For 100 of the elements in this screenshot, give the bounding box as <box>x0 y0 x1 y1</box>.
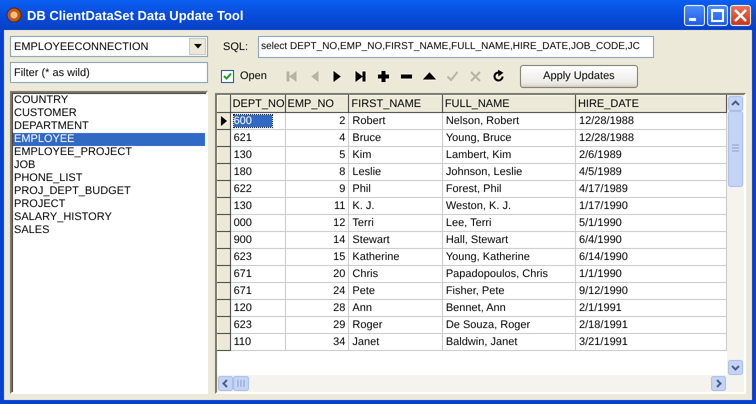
row-indicator[interactable] <box>218 282 230 300</box>
table-cell: 12/28/1988 <box>575 130 727 146</box>
minimize-button[interactable] <box>684 4 705 26</box>
table-cell: Young, Bruce <box>442 130 576 146</box>
filter-field[interactable]: Filter (* as wild) <box>10 62 208 83</box>
scroll-thumb-icon <box>728 111 744 187</box>
table-cell: 15 <box>285 248 349 266</box>
table-cell: 130 <box>230 198 286 214</box>
table-cell: 5/1/1990 <box>575 214 727 232</box>
open-checkbox[interactable] <box>221 70 234 82</box>
table-list-item[interactable]: EMPLOYEE_PROJECT <box>13 146 205 159</box>
table-cell: 29 <box>285 316 349 334</box>
maximize-button[interactable] <box>707 4 728 26</box>
table-cell: Phil <box>348 180 442 198</box>
table-list-item[interactable]: PHONE_LIST <box>13 172 205 185</box>
table-cell: Janet <box>348 334 442 350</box>
table-list-item[interactable]: SALARY_HISTORY <box>13 211 205 224</box>
table-cell: 4 <box>285 130 349 146</box>
table-cell: Leslie <box>348 164 442 180</box>
column-header[interactable]: FIRST_NAME <box>348 96 442 112</box>
table-list-item[interactable]: DEPARTMENT <box>13 120 205 133</box>
open-label: Open <box>240 70 267 82</box>
table-cell: Chris <box>348 266 442 282</box>
table-cell: 671 <box>230 266 286 282</box>
scroll-up-icon <box>728 96 744 111</box>
table-cell: Ann <box>348 300 442 316</box>
column-header[interactable]: HIRE_DATE <box>575 96 727 112</box>
table-list-item[interactable]: PROJECT <box>13 198 205 211</box>
table-cell: Bennet, Ann <box>442 300 576 316</box>
maximize-icon <box>711 8 724 22</box>
table-cell: 120 <box>230 300 286 316</box>
table-cell: 130 <box>230 146 286 164</box>
table-cell: Young, Katherine <box>442 248 576 266</box>
table-cell: 623 <box>230 248 286 266</box>
row-indicator[interactable] <box>218 130 230 146</box>
refresh-icon <box>492 70 505 82</box>
table-cell: 2 <box>285 112 349 130</box>
scroll-thumb-icon <box>233 376 249 391</box>
table-cell: 9 <box>285 180 349 198</box>
checkmark-icon <box>446 70 459 82</box>
table-cell: 3/21/1991 <box>575 334 727 350</box>
row-indicator[interactable] <box>218 248 230 266</box>
vertical-scrollbar[interactable] <box>727 95 744 375</box>
table-cell: 622 <box>230 180 286 198</box>
last-record-icon <box>354 70 367 82</box>
table-cell: 2/1/1991 <box>575 300 727 316</box>
table-cell: 621 <box>230 130 286 146</box>
close-button[interactable] <box>730 4 751 26</box>
row-indicator[interactable] <box>218 316 230 334</box>
row-indicator[interactable] <box>218 198 230 214</box>
sql-field[interactable]: select DEPT_NO,EMP_NO,FIRST_NAME,FULL_NAME,HIRE_DATE,JOB_CODE,JC <box>258 36 654 58</box>
table-cell: Hall, Stewart <box>442 232 576 248</box>
row-indicator[interactable] <box>218 300 230 316</box>
app-icon <box>6 7 22 23</box>
first-record-icon <box>284 70 298 82</box>
table-cell: 5 <box>285 146 349 164</box>
table-cell: 623 <box>230 316 286 334</box>
table-list-item[interactable]: PROJ_DEPT_BUDGET <box>13 185 205 198</box>
table-cell: 1/1/1990 <box>575 266 727 282</box>
table-cell: 8 <box>285 164 349 180</box>
row-indicator[interactable] <box>218 146 230 164</box>
table-cell: Weston, K. J. <box>442 198 576 214</box>
table-cell: Pete <box>348 282 442 300</box>
row-indicator[interactable] <box>218 112 230 130</box>
row-indicator[interactable] <box>218 232 230 248</box>
row-indicator[interactable] <box>218 180 230 198</box>
table-cell: 34 <box>285 334 349 350</box>
horizontal-scrollbar[interactable] <box>217 375 744 392</box>
table-cell: 900 <box>230 232 286 248</box>
table-list-item[interactable]: EMPLOYEE <box>13 133 205 146</box>
table-cell: 6/14/1990 <box>575 248 727 266</box>
column-header[interactable]: FULL_NAME <box>442 96 576 112</box>
table-cell: Forest, Phil <box>442 180 576 198</box>
table-cell: 14 <box>285 232 349 248</box>
table-list-item[interactable]: SALES <box>13 224 205 237</box>
close-icon <box>734 8 747 22</box>
scroll-down-icon <box>728 360 744 375</box>
row-indicator[interactable] <box>218 334 230 350</box>
table-list-item[interactable]: COUNTRY <box>13 94 205 107</box>
table-cell: 180 <box>230 164 286 180</box>
row-indicator[interactable] <box>218 164 230 180</box>
table-list-item[interactable]: CUSTOMER <box>13 107 205 120</box>
table-cell: Fisher, Pete <box>442 282 576 300</box>
table-cell: 9/12/1990 <box>575 282 727 300</box>
table-cell: 4/17/1989 <box>575 180 727 198</box>
current-row-icon <box>220 116 227 126</box>
apply-updates-button[interactable]: Apply Updates <box>520 64 638 88</box>
table-cell: 28 <box>285 300 349 316</box>
column-header[interactable]: EMP_NO <box>285 96 349 112</box>
connection-dropdown[interactable]: EMPLOYEECONNECTION <box>10 36 208 57</box>
table-cell: Kim <box>348 146 442 164</box>
table-cell: Bruce <box>348 130 442 146</box>
table-list-item[interactable]: JOB <box>13 159 205 172</box>
row-indicator[interactable] <box>218 214 230 232</box>
row-indicator[interactable] <box>218 266 230 282</box>
table-cell: Terri <box>348 214 442 232</box>
table-cell: Lee, Terri <box>442 214 576 232</box>
table-cell: 2/6/1989 <box>575 146 727 164</box>
table-cell: 20 <box>285 266 349 282</box>
table-cell: 6/4/1990 <box>575 232 727 248</box>
